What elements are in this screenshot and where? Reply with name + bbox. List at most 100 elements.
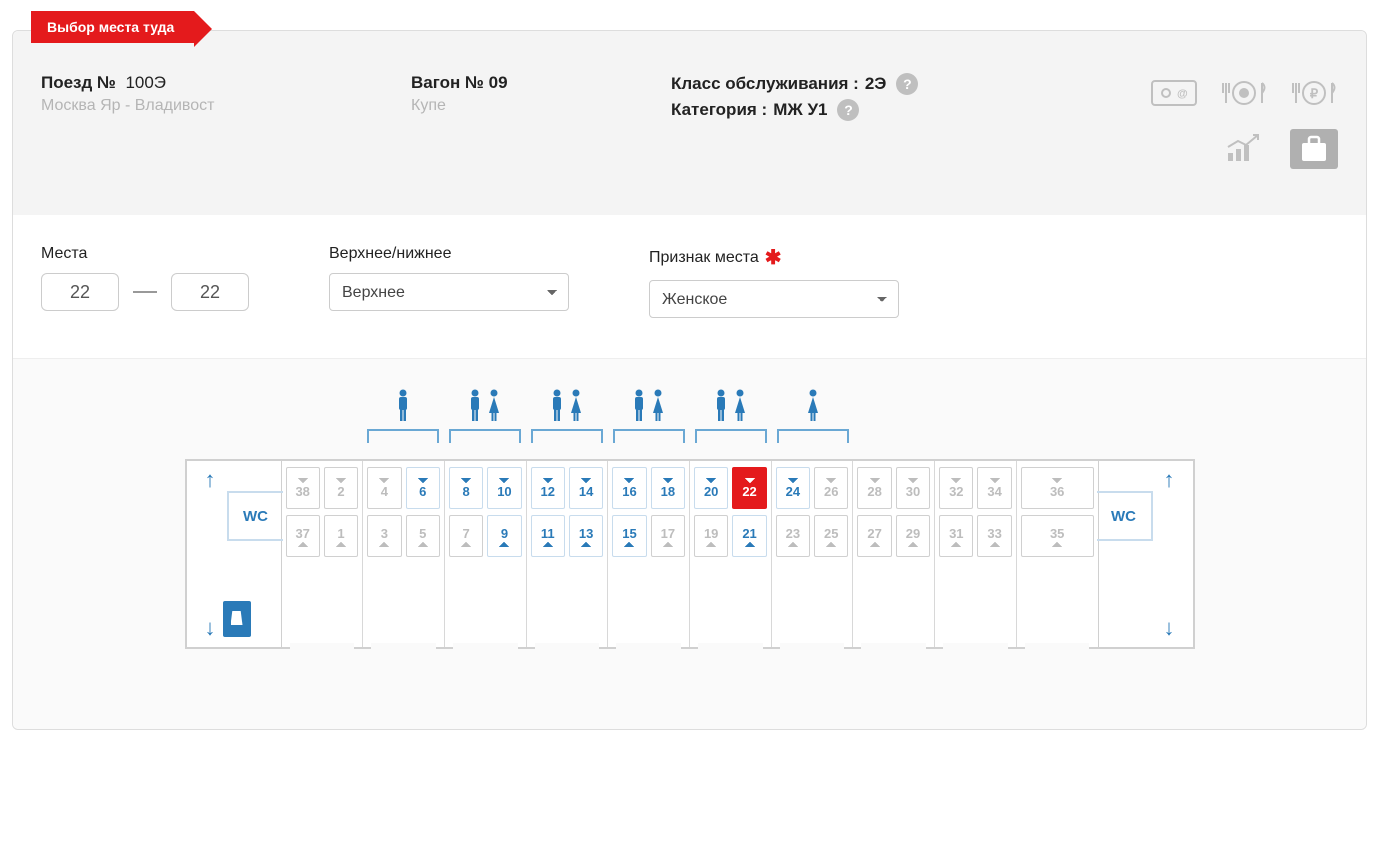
compartment: 4635 xyxy=(363,461,445,647)
seat-33: 33 xyxy=(977,515,1011,557)
seat-28: 28 xyxy=(857,467,891,509)
door-arrow-down-icon: ↓ xyxy=(1164,615,1175,641)
train-info: Поезд № 100Э Москва Яр - Владивост xyxy=(41,73,341,185)
compartment: 32343133 xyxy=(935,461,1017,647)
gender-label: Признак места xyxy=(649,249,759,267)
seats-range-group: Места xyxy=(41,245,249,318)
luggage-icon xyxy=(1290,129,1338,169)
seat-9[interactable]: 9 xyxy=(487,515,521,557)
service-class-label: Класс обслуживания : xyxy=(671,74,859,94)
seat-36: 36 xyxy=(1021,467,1094,509)
door-arrow-down-icon: ↓ xyxy=(205,615,216,641)
gender-indicator-male xyxy=(362,389,444,459)
seat-38: 38 xyxy=(286,467,320,509)
required-asterisk-icon: ✱ xyxy=(765,245,782,270)
gender-indicator-mixed xyxy=(690,389,772,459)
seat-32: 32 xyxy=(939,467,973,509)
wagon-body: ↑ WC ↓ 382371463581079121411131618151720… xyxy=(185,459,1195,649)
tab-outbound: Выбор места туда xyxy=(31,11,194,43)
seat-12[interactable]: 12 xyxy=(531,467,565,509)
wagon-rear: ↑ WC ↓ xyxy=(1098,461,1193,647)
wagon-front: ↑ WC ↓ xyxy=(187,461,282,647)
seat-7: 7 xyxy=(449,515,483,557)
range-dash xyxy=(133,291,157,293)
seat-15[interactable]: 15 xyxy=(612,515,646,557)
door-arrow-up-icon: ↑ xyxy=(205,467,216,493)
compartment: 12141113 xyxy=(527,461,609,647)
seat-from-input[interactable] xyxy=(41,273,119,311)
controls-band: Места Верхнее/нижнее Верхнее Признак мес… xyxy=(13,215,1366,358)
seat-18[interactable]: 18 xyxy=(651,467,685,509)
seat-21[interactable]: 21 xyxy=(732,515,766,557)
wagon-schematic: ↑ WC ↓ 382371463581079121411131618151720… xyxy=(13,358,1366,729)
seat-4: 4 xyxy=(367,467,401,509)
seat-20[interactable]: 20 xyxy=(694,467,728,509)
svg-text:₽: ₽ xyxy=(1310,86,1319,101)
seat-30: 30 xyxy=(896,467,930,509)
seat-16[interactable]: 16 xyxy=(612,467,646,509)
compartment: 81079 xyxy=(445,461,527,647)
compartment: 3635 xyxy=(1017,461,1098,647)
compartment: 16181517 xyxy=(608,461,690,647)
gender-indicator-mixed xyxy=(608,389,690,459)
svg-text:@: @ xyxy=(1177,88,1188,100)
gender-indicator-mixed xyxy=(444,389,526,459)
seat-22[interactable]: 22 xyxy=(732,467,766,509)
header-band: Поезд № 100Э Москва Яр - Владивост Вагон… xyxy=(13,31,1366,215)
seat-to-input[interactable] xyxy=(171,273,249,311)
carriage-label: Вагон № 09 xyxy=(411,73,508,92)
help-category-icon[interactable]: ? xyxy=(837,99,859,121)
seat-27: 27 xyxy=(857,515,891,557)
meal-icon xyxy=(1220,73,1268,113)
carriage-type: Купе xyxy=(411,97,601,115)
gender-select[interactable]: Женское xyxy=(649,280,899,318)
wc-rear: WC xyxy=(1097,491,1153,541)
service-info: Класс обслуживания : 2Э ? Категория : МЖ… xyxy=(671,73,918,185)
compartment: 20221921 xyxy=(690,461,772,647)
gender-indicator-female xyxy=(772,389,854,459)
seat-26: 26 xyxy=(814,467,848,509)
seat-selection-panel: Выбор места туда Поезд № 100Э Москва Яр … xyxy=(12,30,1367,730)
feature-icons: @ ₽ xyxy=(1150,73,1338,185)
train-route: Москва Яр - Владивост xyxy=(41,97,341,115)
category-value: МЖ У1 xyxy=(773,100,827,120)
gender-indicator-mixed xyxy=(526,389,608,459)
seat-11[interactable]: 11 xyxy=(531,515,565,557)
seat-37: 37 xyxy=(286,515,320,557)
seat-8[interactable]: 8 xyxy=(449,467,483,509)
seat-13[interactable]: 13 xyxy=(569,515,603,557)
dynamic-price-icon xyxy=(1220,129,1268,169)
compartment: 28302729 xyxy=(853,461,935,647)
berth-label: Верхнее/нижнее xyxy=(329,245,569,263)
help-class-icon[interactable]: ? xyxy=(896,73,918,95)
door-arrow-up-icon: ↑ xyxy=(1164,467,1175,493)
seat-25: 25 xyxy=(814,515,848,557)
seat-3: 3 xyxy=(367,515,401,557)
gender-group: Признак места ✱ Женское xyxy=(649,245,899,318)
berth-group: Верхнее/нижнее Верхнее xyxy=(329,245,569,318)
seat-29: 29 xyxy=(896,515,930,557)
seat-1: 1 xyxy=(324,515,358,557)
paid-meal-icon: ₽ xyxy=(1290,73,1338,113)
compartment: 382371 xyxy=(282,461,364,647)
eticket-icon: @ xyxy=(1150,73,1198,113)
seat-19: 19 xyxy=(694,515,728,557)
carriage-info: Вагон № 09 Купе xyxy=(411,73,601,185)
seat-24[interactable]: 24 xyxy=(776,467,810,509)
seat-34: 34 xyxy=(977,467,1011,509)
berth-select[interactable]: Верхнее xyxy=(329,273,569,311)
seat-17: 17 xyxy=(651,515,685,557)
seat-6[interactable]: 6 xyxy=(406,467,440,509)
seat-14[interactable]: 14 xyxy=(569,467,603,509)
seat-35: 35 xyxy=(1021,515,1094,557)
seat-2: 2 xyxy=(324,467,358,509)
seats-label: Места xyxy=(41,245,249,263)
seat-23: 23 xyxy=(776,515,810,557)
seat-31: 31 xyxy=(939,515,973,557)
wc-front: WC xyxy=(227,491,283,541)
train-label: Поезд № xyxy=(41,73,116,92)
service-class-value: 2Э xyxy=(865,74,887,94)
seat-10[interactable]: 10 xyxy=(487,467,521,509)
boiler-icon xyxy=(223,601,251,637)
train-number: 100Э xyxy=(125,73,166,92)
